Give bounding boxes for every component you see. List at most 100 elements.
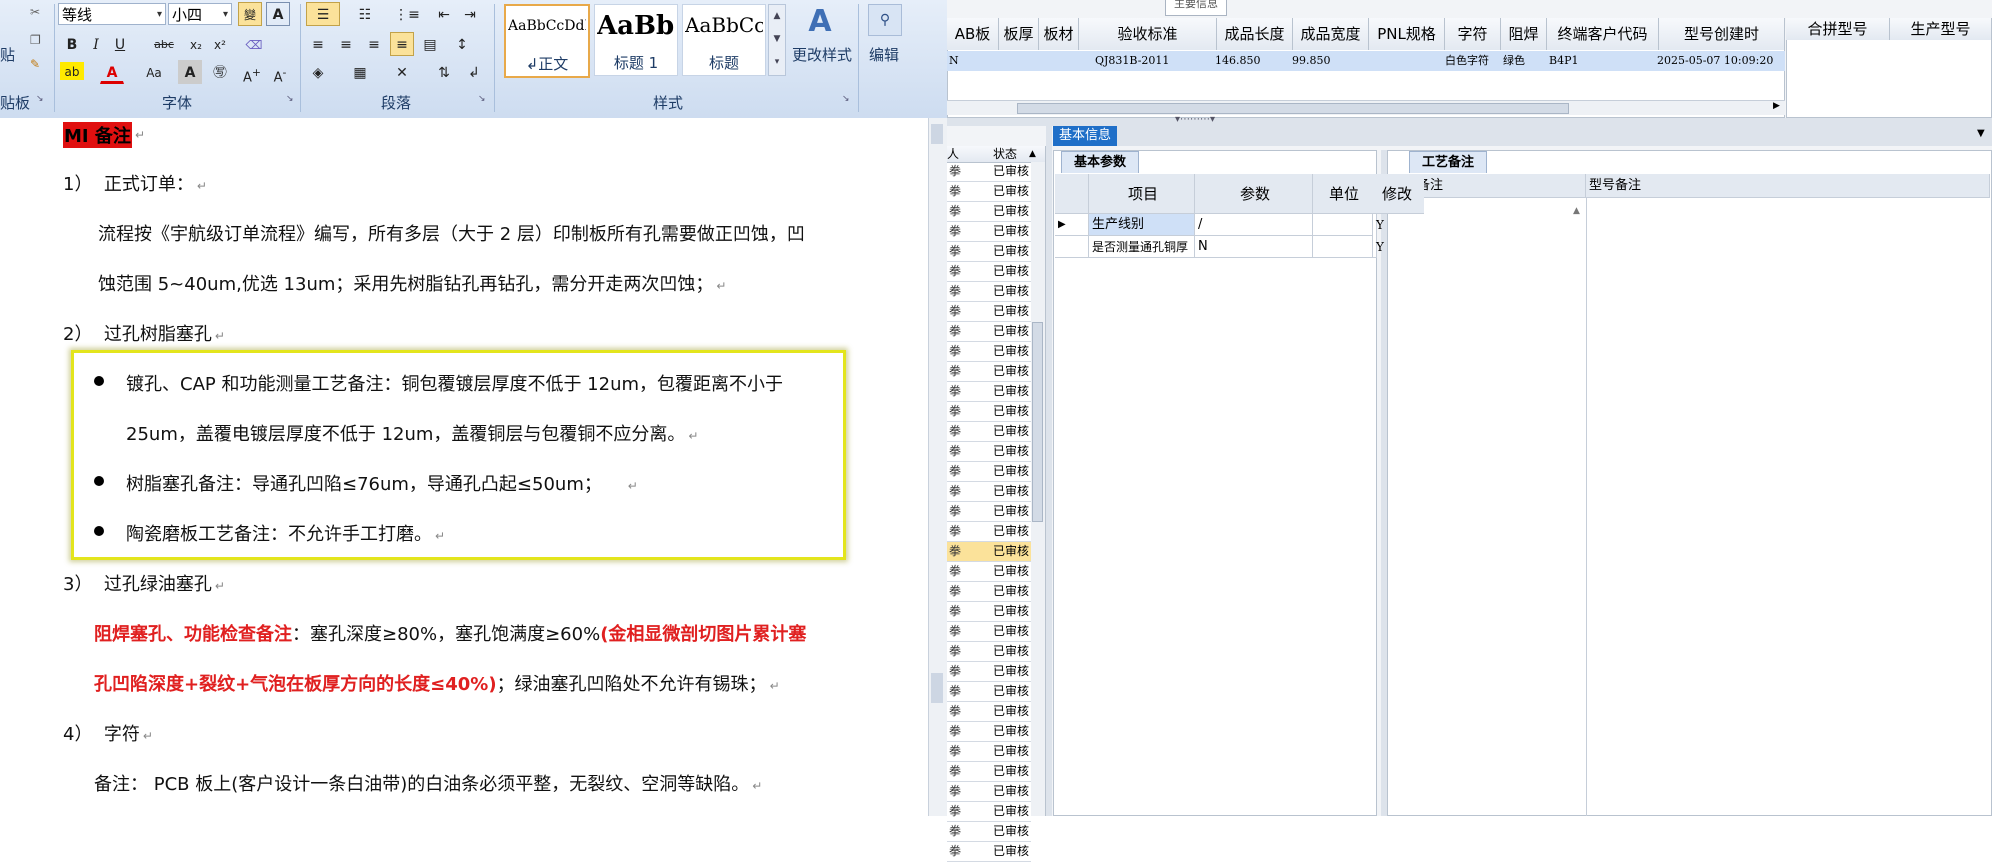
col-header[interactable]: 修改 bbox=[1370, 174, 1424, 214]
list-item[interactable]: 拳 已审核 bbox=[947, 302, 1031, 322]
list-item[interactable]: 拳 已审核 bbox=[947, 822, 1031, 842]
col-header[interactable]: 验收标准 bbox=[1079, 18, 1217, 50]
chinese-layout-icon[interactable]: ✕ bbox=[390, 60, 414, 84]
list-item[interactable]: 拳 已审核 bbox=[947, 662, 1031, 682]
bullets-button[interactable]: ☰ bbox=[306, 2, 340, 26]
scroll-thumb[interactable] bbox=[1017, 103, 1569, 114]
dialog-launcher-icon[interactable]: ↘ bbox=[286, 94, 294, 104]
param-unit[interactable] bbox=[1313, 214, 1373, 236]
align-left-button[interactable]: ≡ bbox=[306, 32, 330, 56]
splitter-grip-icon[interactable]: ▾⋯⋯⋯▾ bbox=[1175, 114, 1215, 125]
subscript-button[interactable]: x₂ bbox=[184, 32, 208, 56]
chevron-down-icon[interactable]: ▼ bbox=[1977, 128, 1985, 139]
change-styles-icon[interactable]: A bbox=[800, 4, 840, 39]
highlight-button[interactable]: ab bbox=[60, 62, 84, 80]
list-item[interactable]: 拳 已审核 bbox=[947, 382, 1031, 402]
list-item[interactable]: 拳 已审核 bbox=[947, 362, 1031, 382]
param-modify[interactable]: Y bbox=[1376, 214, 1384, 236]
strikethrough-button[interactable]: abc bbox=[152, 32, 176, 56]
increase-indent-button[interactable]: ⇥ bbox=[458, 2, 482, 26]
list-item[interactable]: 拳 已审核 bbox=[947, 242, 1031, 262]
chevron-up-icon[interactable]: ▲ bbox=[1029, 146, 1036, 162]
char-shading-button[interactable]: A bbox=[178, 60, 202, 84]
list-item[interactable]: 拳 已审核 bbox=[947, 462, 1031, 482]
list-item[interactable]: 拳 已审核 bbox=[947, 562, 1031, 582]
splitter[interactable] bbox=[1046, 126, 1052, 816]
list-item[interactable]: 拳 已审核 bbox=[947, 782, 1031, 802]
format-painter-icon[interactable]: ✎ bbox=[30, 58, 40, 70]
tab-process-notes[interactable]: 工艺备注 bbox=[1409, 151, 1488, 173]
list-item[interactable]: 拳 已审核 bbox=[947, 262, 1031, 282]
list-item[interactable]: 拳 已审核 bbox=[947, 442, 1031, 462]
change-styles-button[interactable]: 更改样式 bbox=[790, 44, 854, 65]
col-header[interactable]: 合拼型号 bbox=[1786, 18, 1890, 40]
col-header[interactable]: 型号创建时 bbox=[1659, 18, 1785, 50]
col-header[interactable]: 型号备注 bbox=[1586, 174, 1990, 198]
list-item[interactable]: 拳 已审核 bbox=[947, 182, 1031, 202]
style-heading-1[interactable]: AaBbC 标题 1 bbox=[594, 4, 678, 76]
param-unit[interactable] bbox=[1313, 236, 1373, 258]
list-item[interactable]: 拳 已审核 bbox=[947, 842, 1031, 862]
list-item[interactable]: 拳 已审核 bbox=[947, 322, 1031, 342]
list-item[interactable]: 拳 已审核 bbox=[947, 582, 1031, 602]
change-case-button[interactable]: Aa bbox=[142, 60, 166, 84]
col-header[interactable]: 字符 bbox=[1445, 18, 1501, 50]
char-border-button[interactable]: A bbox=[266, 2, 290, 26]
col-header[interactable]: 参数 bbox=[1195, 174, 1313, 214]
multilevel-list-button[interactable]: ⋮≡ bbox=[390, 2, 424, 26]
font-size-combo[interactable]: 小四 ▾ bbox=[168, 3, 232, 25]
col-header[interactable]: 阻焊 bbox=[1501, 18, 1547, 50]
col-header[interactable]: 成品长度 bbox=[1217, 18, 1293, 50]
col-header[interactable]: AB板 bbox=[947, 18, 999, 50]
styles-scroll[interactable]: ▲ ▼ ▾ bbox=[768, 4, 786, 76]
numbering-button[interactable]: ☷ bbox=[348, 2, 382, 26]
superscript-button[interactable]: x² bbox=[208, 32, 232, 56]
list-item[interactable]: 拳 已审核 bbox=[947, 762, 1031, 782]
param-item[interactable]: 生产线别 bbox=[1089, 214, 1195, 236]
list-item[interactable]: 拳 已审核 bbox=[947, 282, 1031, 302]
align-center-button[interactable]: ≡ bbox=[334, 32, 358, 56]
list-item[interactable]: 拳 已审核 bbox=[947, 622, 1031, 642]
param-value[interactable]: N bbox=[1195, 236, 1313, 258]
list-scrollbar[interactable] bbox=[1031, 162, 1045, 816]
list-item[interactable]: 拳 已审核 bbox=[947, 422, 1031, 442]
list-item[interactable]: 拳 已审核 bbox=[947, 542, 1031, 562]
list-item[interactable]: 拳 已审核 bbox=[947, 522, 1031, 542]
list-item[interactable]: 拳 已审核 bbox=[947, 222, 1031, 242]
list-item[interactable]: 拳 已审核 bbox=[947, 342, 1031, 362]
list-item[interactable]: 拳 已审核 bbox=[947, 482, 1031, 502]
document-scrollbar[interactable] bbox=[928, 118, 947, 816]
list-item[interactable]: 拳 已审核 bbox=[947, 162, 1031, 182]
italic-button[interactable]: I bbox=[84, 32, 108, 56]
scroll-thumb[interactable] bbox=[931, 124, 943, 144]
col-header[interactable]: 板厚 bbox=[999, 18, 1039, 50]
param-modify[interactable]: Y bbox=[1376, 236, 1384, 258]
clear-format-icon[interactable]: ⌫ bbox=[242, 32, 266, 56]
font-color-button[interactable]: A bbox=[100, 60, 124, 84]
list-item[interactable]: 拳 已审核 bbox=[947, 702, 1031, 722]
align-right-button[interactable]: ≡ bbox=[362, 32, 386, 56]
list-item[interactable]: 拳 已审核 bbox=[947, 642, 1031, 662]
font-name-combo[interactable]: 等线 ▾ bbox=[58, 3, 166, 25]
shading-icon[interactable]: ◈ bbox=[306, 60, 330, 84]
col-header[interactable]: 终端客户代码 bbox=[1547, 18, 1659, 50]
dialog-launcher-icon[interactable]: ↘ bbox=[478, 94, 486, 104]
list-col-person[interactable]: 人 bbox=[947, 147, 959, 161]
main-grid-hscroll[interactable]: ▶ bbox=[947, 100, 1785, 115]
splitter[interactable]: ▾⋯⋯⋯▾ bbox=[947, 114, 1992, 126]
distributed-button[interactable]: ▤ bbox=[418, 32, 442, 56]
grow-font-button[interactable]: A+ bbox=[240, 60, 264, 85]
param-value[interactable]: / bbox=[1195, 214, 1313, 236]
chevron-right-icon[interactable]: ▶ bbox=[1773, 101, 1780, 111]
scroll-thumb[interactable] bbox=[1032, 322, 1043, 522]
list-item[interactable]: 拳 已审核 bbox=[947, 602, 1031, 622]
col-header[interactable]: 成品宽度 bbox=[1293, 18, 1369, 50]
line-spacing-button[interactable]: ↕ bbox=[450, 32, 474, 56]
chevron-up-icon[interactable]: ▲ bbox=[1573, 206, 1580, 216]
cut-icon[interactable]: ✂ bbox=[30, 6, 40, 18]
borders-icon[interactable]: ▦ bbox=[348, 60, 372, 84]
col-header[interactable]: 单位 bbox=[1313, 174, 1373, 214]
style-normal[interactable]: AaBbCcDdEe ↲正文 bbox=[504, 4, 590, 78]
col-header[interactable]: 生产型号 bbox=[1890, 18, 1992, 40]
col-header[interactable]: PNL规格 bbox=[1369, 18, 1445, 50]
